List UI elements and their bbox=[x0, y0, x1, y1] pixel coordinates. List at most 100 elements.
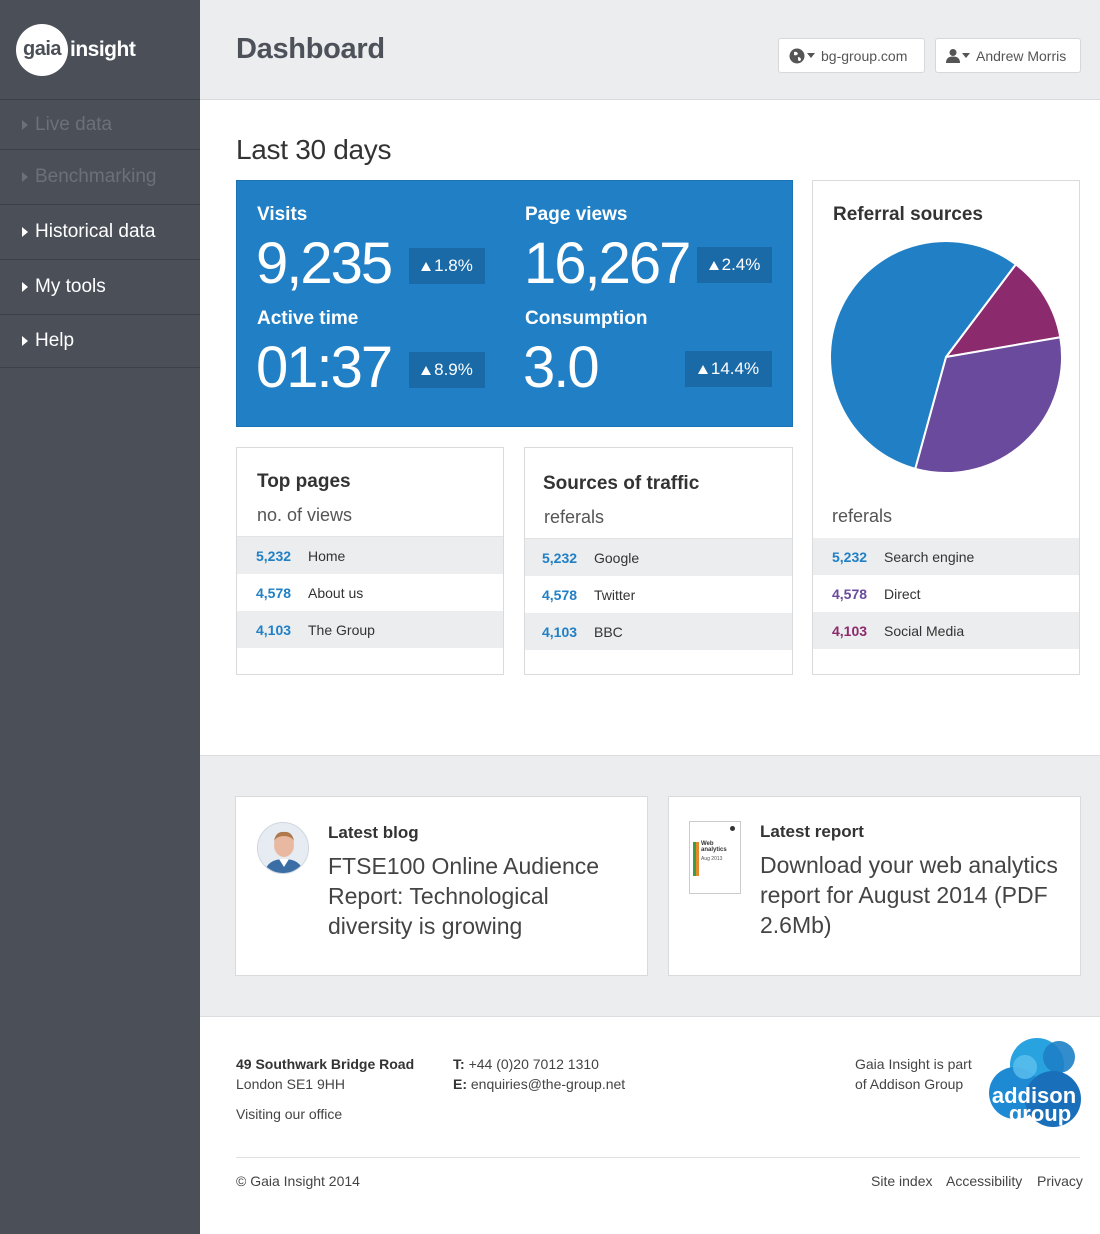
stat-label: Page views bbox=[525, 204, 628, 225]
addison-logo-text-2: group bbox=[1009, 1101, 1071, 1126]
list-item-count: 5,232 bbox=[542, 549, 578, 566]
stat-consumption: Consumption bbox=[525, 308, 647, 330]
parent-company-line-1: Gaia Insight is part bbox=[855, 1056, 972, 1072]
user-menu-label: Andrew Morris bbox=[976, 47, 1067, 64]
site-selector-button[interactable]: bg-group.com bbox=[778, 38, 925, 73]
traffic-sources-list: 5,232 Google 4,578 Twitter 4,103 BBC bbox=[525, 538, 792, 650]
list-item[interactable]: 4,578 About us bbox=[237, 574, 503, 611]
list-item[interactable]: 5,232 Google bbox=[525, 539, 792, 576]
stat-delta-value: 1.8% bbox=[434, 256, 473, 275]
stat-delta: 8.9% bbox=[409, 352, 485, 388]
card-subtitle: referals bbox=[832, 506, 893, 526]
list-item-label: About us bbox=[308, 584, 364, 601]
list-item[interactable]: 4,578 Direct bbox=[813, 575, 1079, 612]
list-item[interactable]: 4,103 Social Media bbox=[813, 612, 1079, 649]
top-pages-card: Top pages no. of views 5,232 Home 4,578 Ab… bbox=[236, 447, 504, 675]
addison-group-logo[interactable]: addison group bbox=[985, 1037, 1081, 1129]
visiting-office-link[interactable]: Visiting our office bbox=[236, 1104, 342, 1124]
logo-text: insight bbox=[70, 37, 136, 61]
footer: 49 Southwark Bridge Road London SE1 9HH … bbox=[200, 1017, 1100, 1234]
user-icon bbox=[946, 49, 960, 63]
traffic-sources-card: Sources of traffic referals 5,232 Google … bbox=[524, 447, 793, 675]
privacy-link[interactable]: Privacy bbox=[1037, 1171, 1083, 1191]
sidebar-item-help[interactable]: Help bbox=[0, 315, 200, 368]
list-item-count: 5,232 bbox=[832, 548, 868, 565]
accessibility-link[interactable]: Accessibility bbox=[946, 1171, 1022, 1191]
site-index-link[interactable]: Site index bbox=[871, 1171, 932, 1191]
arrow-up-icon bbox=[697, 364, 708, 374]
logo-circle: gaia bbox=[16, 23, 68, 76]
email-link[interactable]: enquiries@the-group.net bbox=[471, 1076, 625, 1092]
sidebar-item-label: Live data bbox=[35, 113, 113, 135]
globe-icon bbox=[789, 48, 805, 63]
stat-delta-value: 8.9% bbox=[434, 360, 473, 379]
report-cover-bar-green bbox=[693, 842, 696, 876]
list-item-count: 4,578 bbox=[832, 585, 868, 602]
stats-panel: Visits 9,235 1.8% Page views 16,267 2.4%… bbox=[236, 180, 793, 427]
stat-delta-value: 2.4% bbox=[721, 255, 761, 274]
list-item-count: 4,103 bbox=[832, 622, 868, 639]
list-item-label: Twitter bbox=[594, 586, 636, 603]
stat-delta: 1.8% bbox=[409, 248, 485, 284]
list-item-label: Google bbox=[594, 549, 640, 566]
logo[interactable]: gaia insight bbox=[0, 0, 200, 100]
list-item[interactable]: 4,103 BBC bbox=[525, 613, 792, 650]
stat-label: Consumption bbox=[525, 308, 648, 329]
list-item-label: Social Media bbox=[884, 622, 965, 639]
address-line-1: 49 Southwark Bridge Road bbox=[236, 1056, 415, 1072]
sidebar-item-label: Historical data bbox=[35, 221, 156, 242]
list-item-label: Direct bbox=[884, 585, 921, 602]
list-item-count: 5,232 bbox=[256, 547, 292, 564]
list-item[interactable]: 4,103 The Group bbox=[237, 611, 503, 648]
promo-title: Latest report bbox=[760, 822, 864, 841]
latest-report-card[interactable]: Web analytics Aug 2013 Latest report Dow… bbox=[668, 796, 1081, 976]
caret-down-icon bbox=[807, 53, 815, 58]
stat-delta: 2.4% bbox=[697, 247, 772, 283]
card-title: Referral sources bbox=[833, 204, 983, 225]
sidebar-item-benchmarking: Benchmarking bbox=[0, 150, 200, 205]
promo-title: Latest blog bbox=[328, 823, 419, 842]
triangle-right-icon bbox=[22, 336, 28, 346]
top-pages-list: 5,232 Home 4,578 About us 4,103 The Group bbox=[237, 536, 503, 648]
report-cover-image: Web analytics Aug 2013 bbox=[689, 821, 741, 894]
list-item[interactable]: 5,232 Home bbox=[237, 537, 503, 574]
triangle-right-icon bbox=[22, 119, 28, 130]
list-item-count: 4,578 bbox=[542, 586, 578, 603]
stat-label: Active time bbox=[257, 308, 359, 329]
list-item-label: Home bbox=[308, 547, 346, 564]
arrow-up-icon bbox=[421, 261, 432, 271]
triangle-right-icon bbox=[22, 172, 28, 182]
office-address: 49 Southwark Bridge Road London SE1 9HH bbox=[236, 1054, 414, 1094]
card-title: Sources of traffic bbox=[543, 473, 700, 494]
referral-pie-chart bbox=[829, 240, 1063, 474]
sidebar-item-my-tools[interactable]: My tools bbox=[0, 260, 200, 315]
stat-active-time: Active time bbox=[257, 308, 358, 330]
stat-visits: Visits bbox=[257, 204, 307, 226]
site-selector-label: bg-group.com bbox=[821, 47, 908, 64]
person-photo-icon bbox=[258, 823, 308, 873]
email-label: E: bbox=[453, 1076, 467, 1092]
phone-number[interactable]: +44 (0)20 7012 1310 bbox=[469, 1056, 599, 1072]
stat-label: Visits bbox=[257, 204, 308, 225]
latest-blog-link[interactable]: FTSE100 Online Audience Report: Technolo… bbox=[328, 851, 628, 941]
list-item-count: 4,103 bbox=[542, 623, 578, 640]
phone-label: T: bbox=[453, 1056, 465, 1072]
latest-report-link[interactable]: Download your web analytics report for A… bbox=[760, 850, 1065, 940]
logo-circle-text: gaia bbox=[22, 38, 62, 60]
user-menu-button[interactable]: Andrew Morris bbox=[935, 38, 1081, 73]
sidebar-item-live-data: Live data bbox=[0, 100, 200, 150]
list-item-label: BBC bbox=[594, 623, 623, 640]
copyright: © Gaia Insight 2014 bbox=[236, 1173, 360, 1189]
latest-blog-card[interactable]: Latest blog FTSE100 Online Audience Repo… bbox=[235, 796, 648, 976]
list-item[interactable]: 5,232 Search engine bbox=[813, 538, 1079, 575]
stat-value: 9,235 bbox=[256, 231, 393, 296]
sidebar-item-label: Help bbox=[35, 330, 75, 351]
stat-delta: 14.4% bbox=[685, 351, 772, 387]
stat-delta-value: 14.4% bbox=[710, 359, 760, 378]
stat-value: 3.0 bbox=[523, 335, 600, 400]
arrow-up-icon bbox=[708, 260, 719, 270]
arrow-up-icon bbox=[421, 365, 432, 375]
footer-divider bbox=[236, 1157, 1080, 1158]
sidebar-item-historical-data[interactable]: Historical data bbox=[0, 205, 200, 260]
list-item[interactable]: 4,578 Twitter bbox=[525, 576, 792, 613]
